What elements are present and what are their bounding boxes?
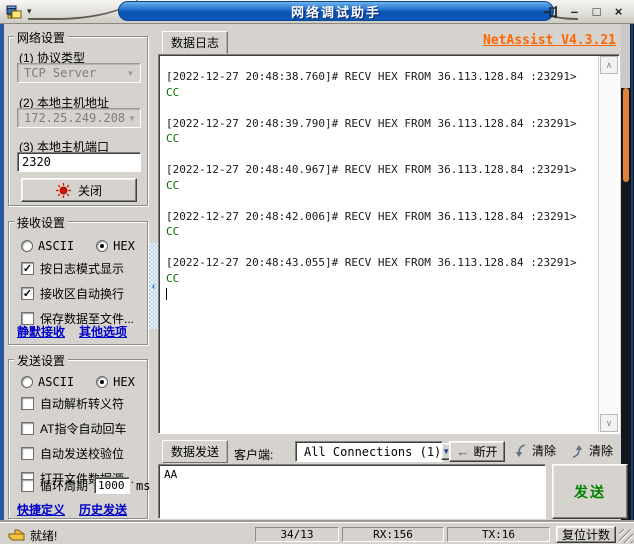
red-led-icon (55, 182, 71, 198)
text-caret (166, 288, 167, 300)
arrow-down-hook-icon (515, 443, 526, 457)
checkbox-icon (21, 422, 34, 435)
close-connection-label: 关闭 (77, 183, 102, 198)
window-title: 网络调试助手 (118, 1, 554, 21)
left-arrow-icon: ← (456, 444, 470, 459)
silent-receive-link[interactable]: 静默接收 (17, 323, 65, 340)
send-settings-group: 发送设置 ASCII HEX 自动解析转义符 AT指令自动回车 自动发送校验位 打开文… (8, 352, 150, 519)
other-options-link[interactable]: 其他选项 (79, 323, 127, 340)
log-entry-header: [2022-12-27 20:48:43.055]# RECV HEX FROM… (166, 256, 577, 269)
minimize-button[interactable]: – (565, 2, 584, 21)
close-window-button[interactable]: × (609, 2, 628, 21)
panel-collapse-splitter[interactable]: ‹ (149, 243, 158, 329)
option-checkbox[interactable]: AT指令自动回车 (21, 420, 134, 437)
log-scrollbar[interactable]: ∧ ∨ (598, 56, 618, 432)
pin-icon[interactable] (543, 5, 559, 19)
log-entry-header: [2022-12-27 20:48:40.967]# RECV HEX FROM… (166, 163, 577, 176)
maximize-button[interactable]: □ (587, 2, 606, 21)
log-entry-data: CC (166, 132, 180, 145)
cycle-send-checkbox[interactable]: 循环周期 1000 ms (21, 477, 150, 494)
resize-grip[interactable] (619, 529, 633, 543)
send-hex-radio[interactable]: HEX (96, 375, 135, 389)
log-content: [2022-12-27 20:48:38.760]# RECV HEX FROM… (161, 57, 598, 431)
background-scrollbar-thumb (623, 88, 629, 182)
scroll-down-icon[interactable]: ∨ (600, 414, 618, 432)
checkbox-icon (21, 447, 34, 460)
ready-hand-icon (8, 529, 25, 541)
send-button[interactable]: 发送 (552, 464, 628, 519)
option-label: 自动解析转义符 (40, 397, 125, 411)
checkbox-icon: ✓ (21, 262, 34, 275)
log-entry-data: CC (166, 225, 180, 238)
log-entry-header: [2022-12-27 20:48:38.760]# RECV HEX FROM… (166, 70, 577, 83)
scroll-up-icon[interactable]: ∧ (600, 56, 618, 74)
log-entry-header: [2022-12-27 20:48:42.006]# RECV HEX FROM… (166, 209, 577, 223)
status-ready-text: 就绪! (30, 529, 58, 543)
option-checkbox[interactable]: 自动发送校验位 (21, 445, 134, 462)
collapse-left-icon: ‹ (151, 280, 156, 292)
checkbox-icon (21, 397, 34, 410)
cycle-period-input[interactable]: 1000 (94, 477, 131, 494)
shortcut-define-link[interactable]: 快捷定义 (17, 501, 65, 518)
send-data-input[interactable]: AA (158, 464, 546, 519)
chevron-down-icon[interactable]: ▼ (122, 65, 139, 81)
host-address-select[interactable]: 172.25.249.208 ▼ (17, 108, 141, 128)
window-menu-arrow-icon[interactable]: ▾ (27, 6, 32, 17)
option-label: 按日志模式显示 (40, 262, 125, 276)
option-checkbox[interactable]: 自动解析转义符 (21, 395, 134, 412)
receive-log-area[interactable]: [2022-12-27 20:48:38.760]# RECV HEX FROM… (158, 54, 620, 434)
network-settings-group: 网络设置 (1) 协议类型 TCP Server ▼ (2) 本地主机地址 17… (8, 29, 148, 206)
option-label: 自动发送校验位 (40, 447, 125, 461)
log-entry-data: CC (166, 178, 180, 192)
option-label: 接收区自动换行 (40, 287, 125, 301)
log-entry-header: [2022-12-27 20:48:39.790]# RECV HEX FROM… (166, 116, 577, 130)
disconnect-button[interactable]: ← 断开 (449, 441, 505, 462)
recv-hex-radio[interactable]: HEX (96, 239, 135, 253)
title-bar: ▾ 网络调试助手 – □ × (0, 0, 634, 24)
client-label: 客户端: (234, 448, 274, 462)
rx-counter-panel: RX:156 (342, 527, 444, 542)
send-ascii-radio[interactable]: ASCII (21, 375, 74, 389)
option-checkbox[interactable]: ✓ 接收区自动换行 (21, 285, 134, 302)
clear-send-button[interactable]: 清除 (514, 442, 556, 459)
receive-settings-title: 接收设置 (14, 214, 69, 231)
app-icon[interactable] (6, 4, 22, 20)
netassist-window: ▾ 网络调试助手 – □ × 网络设置 (1) 协议类型 TCP Server … (0, 0, 634, 544)
log-entry-data: CC (166, 85, 180, 99)
window-left-edge (0, 24, 4, 544)
tab-data-send[interactable]: 数据发送 (162, 440, 229, 463)
tab-data-log[interactable]: 数据日志 (162, 31, 229, 54)
protocol-select[interactable]: TCP Server ▼ (17, 63, 141, 83)
client-select[interactable]: All Connections (1) ▼ (295, 441, 452, 462)
history-send-link[interactable]: 历史发送 (79, 501, 127, 518)
log-entry-data: CC (166, 271, 180, 285)
receive-settings-group: 接收设置 ASCII HEX ✓ 按日志模式显示 ✓ 接收区自动换行 保存数据至文件..… (8, 214, 148, 345)
network-settings-title: 网络设置 (14, 29, 69, 46)
background-window-scrollbar (621, 24, 634, 522)
close-connection-button[interactable]: 关闭 (21, 178, 137, 202)
port-input[interactable]: 2320 (17, 152, 141, 172)
option-label: AT指令自动回车 (40, 422, 127, 436)
checkbox-icon (21, 479, 34, 492)
checkbox-icon: ✓ (21, 287, 34, 300)
option-checkbox[interactable]: ✓ 按日志模式显示 (21, 260, 134, 277)
tx-counter-panel: TX:16 (447, 527, 550, 542)
netassist-version-link[interactable]: NetAssist V4.3.21 (483, 33, 616, 48)
arrow-up-hook-icon (572, 444, 583, 458)
clear-receive-button[interactable]: 清除 (571, 442, 613, 459)
recv-ascii-radio[interactable]: ASCII (21, 239, 74, 253)
send-settings-title: 发送设置 (14, 352, 69, 369)
reset-counter-button[interactable]: 复位计数 (556, 526, 616, 543)
packet-counter-panel: 34/13 (255, 527, 339, 542)
chevron-down-icon[interactable]: ▼ (125, 110, 139, 126)
status-bar: 就绪! 34/13 RX:156 TX:16 复位计数 (0, 522, 634, 544)
